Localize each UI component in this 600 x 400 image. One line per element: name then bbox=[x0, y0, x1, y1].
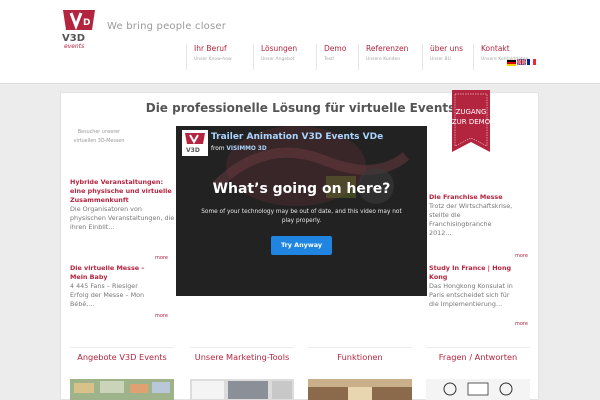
nav-label: Ihr Beruf bbox=[194, 44, 227, 53]
card-title[interactable]: Angebote V3D Events bbox=[70, 351, 174, 363]
fr-flag-icon[interactable] bbox=[527, 59, 536, 65]
news-excerpt: Trotz der Wirtschaftskrise, stellte die … bbox=[429, 202, 513, 237]
nav-label: Referenzen bbox=[366, 44, 409, 53]
more-link[interactable]: more bbox=[155, 313, 168, 319]
nav-item-ueber-uns[interactable]: über uns Unser BU bbox=[422, 44, 463, 70]
try-anyway-button[interactable]: Try Anyway bbox=[271, 236, 332, 255]
ribbon-label[interactable]: Zugang zur Demo bbox=[450, 107, 492, 127]
video-from-label: from bbox=[211, 146, 225, 152]
news-title[interactable]: Die Franchise Messe bbox=[429, 193, 513, 202]
de-flag-icon[interactable] bbox=[507, 60, 516, 66]
news-title[interactable]: Die virtuelle Messe – Mein Baby bbox=[70, 264, 158, 282]
visitors-note: Besucher unserer virtuellen 3D-Messen bbox=[73, 130, 125, 144]
v3d-events-logo[interactable]: D V3D events bbox=[60, 8, 98, 50]
card-title[interactable]: Funktionen bbox=[308, 351, 412, 363]
news-item: Hybride Veranstaltungen: eine physische … bbox=[70, 178, 176, 232]
nav-sublabel: Unsere Kunden bbox=[366, 57, 401, 62]
card-faq[interactable]: Fragen / Antworten bbox=[426, 347, 530, 400]
nav-item-kontakt[interactable]: Kontakt Unsere Kontaktdaten bbox=[473, 44, 528, 70]
card-image-expo[interactable] bbox=[70, 379, 174, 400]
svg-text:V3D: V3D bbox=[186, 147, 200, 154]
main-content: Die professionelle Lösung für virtuelle … bbox=[60, 90, 539, 400]
more-link[interactable]: more bbox=[155, 255, 168, 261]
nav-item-referenzen[interactable]: Referenzen Unsere Kunden bbox=[358, 44, 408, 70]
nav-sublabel: Test! bbox=[324, 57, 335, 62]
card-marketing-tools[interactable]: Unsere Marketing-Tools bbox=[190, 347, 294, 400]
nav-label: Lösungen bbox=[261, 44, 298, 53]
video-author-link[interactable]: VISIMMO 3D bbox=[226, 146, 266, 152]
video-byline: from VISIMMO 3D bbox=[211, 146, 267, 152]
video-error-message: Some of your technology may be out of da… bbox=[201, 209, 402, 224]
news-item: Die Franchise Messe Trotz der Wirtschaft… bbox=[429, 193, 513, 238]
tagline: We bring people closer bbox=[107, 21, 227, 32]
video-error-heading: What’s going on here? bbox=[212, 181, 391, 197]
card-funktionen[interactable]: Funktionen bbox=[308, 347, 412, 400]
nav-sublabel: Unser BU bbox=[430, 57, 451, 62]
more-link[interactable]: more bbox=[515, 253, 528, 259]
nav-sublabel: Unser Angebot bbox=[261, 57, 295, 62]
card-title[interactable]: Unsere Marketing-Tools bbox=[190, 351, 294, 363]
card-angebote[interactable]: Angebote V3D Events bbox=[70, 347, 174, 400]
nav-sublabel: Unser Know-how bbox=[194, 57, 232, 62]
card-image-faq[interactable] bbox=[426, 379, 530, 400]
video-player[interactable]: V3D Trailer Animation V3D Events VDe fro… bbox=[176, 126, 427, 296]
nav-label: über uns bbox=[430, 44, 464, 53]
news-item: Die virtuelle Messe – Mein Baby 4 445 Fa… bbox=[70, 264, 158, 309]
uk-flag-icon[interactable] bbox=[517, 59, 526, 65]
news-item: Study In France | Hong Kong Das Hongkong… bbox=[429, 264, 513, 309]
channel-logo[interactable]: V3D bbox=[182, 130, 208, 156]
nav-label: Demo bbox=[324, 44, 347, 53]
more-link[interactable]: more bbox=[515, 321, 528, 327]
svg-text:events: events bbox=[64, 43, 84, 50]
news-title[interactable]: Hybride Veranstaltungen: eine physische … bbox=[70, 178, 176, 205]
nav-item-loesungen[interactable]: Lösungen Unser Angebot bbox=[253, 44, 297, 70]
card-image-hall[interactable] bbox=[308, 379, 412, 400]
nav-item-demo[interactable]: Demo Test! bbox=[316, 44, 346, 70]
nav-item-ihr-beruf[interactable]: Ihr Beruf Unser Know-how bbox=[186, 44, 232, 70]
card-image-screenshot[interactable] bbox=[190, 379, 294, 400]
news-excerpt: Die Organisatoren von physischen Veranst… bbox=[70, 205, 175, 231]
site-header: D V3D events We bring people closer Ihr … bbox=[0, 0, 600, 84]
news-excerpt: Das Hongkong Konsulat in Paris entscheid… bbox=[429, 282, 513, 308]
video-title[interactable]: Trailer Animation V3D Events VDe bbox=[211, 132, 383, 142]
news-title[interactable]: Study In France | Hong Kong bbox=[429, 264, 513, 282]
nav-label: Kontakt bbox=[481, 44, 510, 53]
card-title[interactable]: Fragen / Antworten bbox=[426, 351, 530, 363]
news-excerpt: 4 445 Fans – Riesiger Erfolg der Messe –… bbox=[70, 282, 145, 308]
svg-text:D: D bbox=[83, 18, 90, 28]
